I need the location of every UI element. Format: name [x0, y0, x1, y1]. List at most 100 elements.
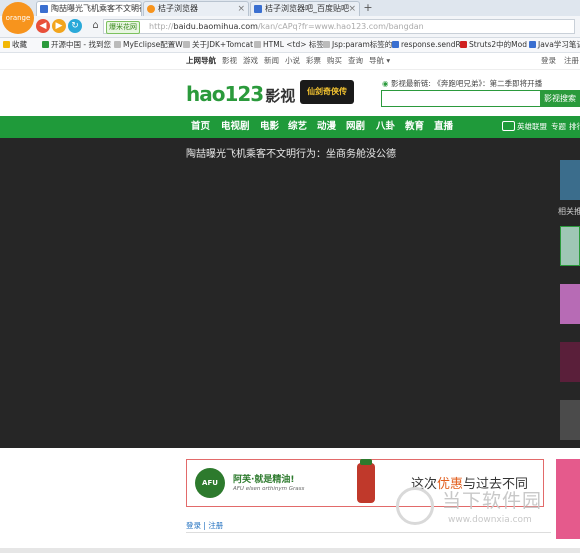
top-link[interactable]: 新闻 — [264, 55, 279, 67]
site-top-links: 上网导航 影视 游戏 新闻 小说 彩票 购买 查询 导航 ▾ 登录 注册 — [0, 53, 580, 70]
url-prefix: http:// — [149, 22, 174, 31]
back-icon[interactable]: ◀ — [36, 19, 50, 33]
nav-home[interactable]: 首页 — [191, 120, 210, 134]
brand-name: hao123 — [186, 82, 264, 106]
bookmark-label: 开源中国 - 找到您 — [51, 40, 111, 49]
bookmark-item[interactable]: Jsp:param标签的 — [323, 39, 392, 51]
bookmark-label: response.sendR — [401, 40, 461, 49]
tab-bar: 陶喆曝光飞机乘客不文明行为 × 桔子浏览器 × 桔子浏览器吧_百度贴吧 × + — [0, 0, 580, 17]
nav-live[interactable]: 直播 — [434, 120, 453, 134]
bookmark-favorites[interactable]: 收藏 — [3, 39, 27, 51]
url-path: /kan/cAPq?fr=www.hao123.com/bangdan — [257, 22, 424, 31]
tv-icon — [502, 121, 515, 131]
bookmark-item[interactable]: Java学习笔记( — [529, 39, 580, 51]
bookmark-item[interactable]: MyEclipse配置W — [114, 39, 183, 51]
related-thumbnail[interactable] — [560, 160, 580, 200]
tab-tieba[interactable]: 桔子浏览器吧_百度贴吧 × — [250, 1, 360, 16]
url-text[interactable]: http://baidu.baomihua.com/kan/cAPq?fr=ww… — [149, 21, 424, 33]
register-link[interactable]: 注册 — [564, 55, 579, 67]
bookmark-item[interactable]: Struts2中的Mod — [460, 39, 527, 51]
forward-icon[interactable]: ▶ — [52, 19, 66, 33]
tab-orange-browser[interactable]: 桔子浏览器 × — [143, 1, 249, 16]
nav-lol[interactable]: 英雄联盟 — [517, 121, 547, 133]
top-link[interactable]: 影视 — [222, 55, 237, 67]
nav-anime[interactable]: 动漫 — [317, 120, 336, 134]
horizontal-scrollbar[interactable] — [0, 548, 580, 553]
home-icon[interactable]: ⌂ — [89, 19, 102, 32]
video-title: 陶喆曝光飞机乘客不文明行为：坐商务舱没公德 — [186, 149, 396, 160]
bookmark-icon — [114, 41, 121, 48]
related-thumbnail[interactable] — [560, 342, 580, 382]
bookmark-icon — [183, 41, 190, 48]
divider — [186, 532, 551, 533]
url-domain: baidu.baomihua.com — [173, 22, 258, 31]
bookmark-item[interactable]: 关于JDK+Tomcat — [183, 39, 253, 51]
bookmark-icon — [42, 41, 49, 48]
tab-label: 桔子浏览器 — [158, 4, 198, 13]
page-icon — [40, 5, 48, 13]
top-link-more[interactable]: 导航 ▾ — [369, 55, 390, 67]
bookmark-label: Struts2中的Mod — [469, 40, 527, 49]
top-link[interactable]: 游戏 — [243, 55, 258, 67]
bookmark-label: MyEclipse配置W — [123, 40, 183, 49]
bookmark-icon — [323, 41, 330, 48]
nav-ranking[interactable]: 排行 — [569, 121, 580, 133]
search-input[interactable] — [381, 90, 541, 107]
main-nav: 首页 电视剧 电影 综艺 动漫 网剧 八卦 教育 直播 英雄联盟 专题 排行 — [0, 116, 580, 138]
tab-label: 陶喆曝光飞机乘客不文明行为 — [51, 4, 141, 13]
brand-suffix: 影视 — [265, 87, 296, 105]
bell-icon: ◉ — [382, 79, 391, 88]
tab-active[interactable]: 陶喆曝光飞机乘客不文明行为 × — [36, 1, 142, 17]
afu-logo: AFU — [195, 468, 225, 498]
nav-gossip[interactable]: 八卦 — [376, 120, 395, 134]
nav-topics[interactable]: 专题 — [551, 121, 566, 133]
nav-variety[interactable]: 综艺 — [288, 120, 307, 134]
site-header: hao123 影视 仙剑奇侠传 ◉ 影视最新链: 《奔跑吧兄弟》：第二季即将开播 … — [0, 70, 580, 116]
nav-tv[interactable]: 电视剧 — [221, 120, 250, 134]
nav-webdrama[interactable]: 网剧 — [346, 120, 365, 134]
video-player[interactable]: 陶喆曝光飞机乘客不文明行为：坐商务舱没公德 相关推 — [0, 138, 580, 448]
bookmark-icon — [254, 41, 261, 48]
close-icon[interactable]: × — [130, 2, 138, 16]
address-bar[interactable]: 爆米花网 http://baidu.baomihua.com/kan/cAPq?… — [103, 19, 575, 34]
watermark-title: 当下软件园 — [442, 490, 543, 512]
new-tab-button[interactable]: + — [361, 2, 375, 15]
bookmark-item[interactable]: HTML <td> 标签 — [254, 39, 324, 51]
site-security-badge[interactable]: 爆米花网 — [106, 21, 140, 34]
top-link[interactable]: 上网导航 — [186, 55, 216, 67]
star-icon — [3, 41, 10, 48]
browser-logo[interactable]: orange — [2, 2, 34, 34]
bookmark-item[interactable]: response.sendR — [392, 39, 461, 51]
related-sidebar: 相关推 — [550, 138, 580, 448]
top-link[interactable]: 小说 — [285, 55, 300, 67]
site-logo[interactable]: hao123 影视 — [186, 82, 295, 106]
close-icon[interactable]: × — [348, 2, 356, 16]
login-link[interactable]: 登录 — [541, 55, 556, 67]
search-button[interactable]: 影视搜索 — [540, 90, 580, 107]
top-link[interactable]: 购买 — [327, 55, 342, 67]
close-icon[interactable]: × — [237, 2, 245, 16]
promo-banner[interactable]: 仙剑奇侠传 — [300, 80, 354, 104]
nav-education[interactable]: 教育 — [405, 120, 424, 134]
refresh-icon[interactable]: ↻ — [68, 19, 82, 33]
login-link[interactable]: 登录 — [186, 521, 201, 530]
bookmark-label: Jsp:param标签的 — [332, 40, 393, 49]
separator: | — [203, 521, 206, 530]
bookmark-label: 收藏 — [12, 40, 27, 49]
latest-update[interactable]: ◉ 影视最新链: 《奔跑吧兄弟》：第二季即将开播 — [382, 78, 542, 89]
nav-movie[interactable]: 电影 — [260, 120, 279, 134]
related-thumbnail[interactable] — [560, 400, 580, 440]
ad-subtitle: AFU elsen orthinym Grass — [233, 486, 305, 492]
tab-label: 桔子浏览器吧_百度贴吧 — [265, 4, 349, 13]
bookmark-item[interactable]: 开源中国 - 找到您 — [42, 39, 111, 51]
related-label: 相关推 — [558, 207, 580, 216]
related-thumbnail[interactable] — [560, 226, 580, 266]
watermark-url: www.downxia.com — [448, 515, 532, 525]
top-link[interactable]: 查询 — [348, 55, 363, 67]
latest-label: 影视最新链: — [390, 79, 431, 88]
bookmark-icon — [460, 41, 467, 48]
register-link[interactable]: 注册 — [208, 521, 223, 530]
side-ad-image[interactable] — [556, 459, 580, 539]
top-link[interactable]: 彩票 — [306, 55, 321, 67]
related-thumbnail[interactable] — [560, 284, 580, 324]
